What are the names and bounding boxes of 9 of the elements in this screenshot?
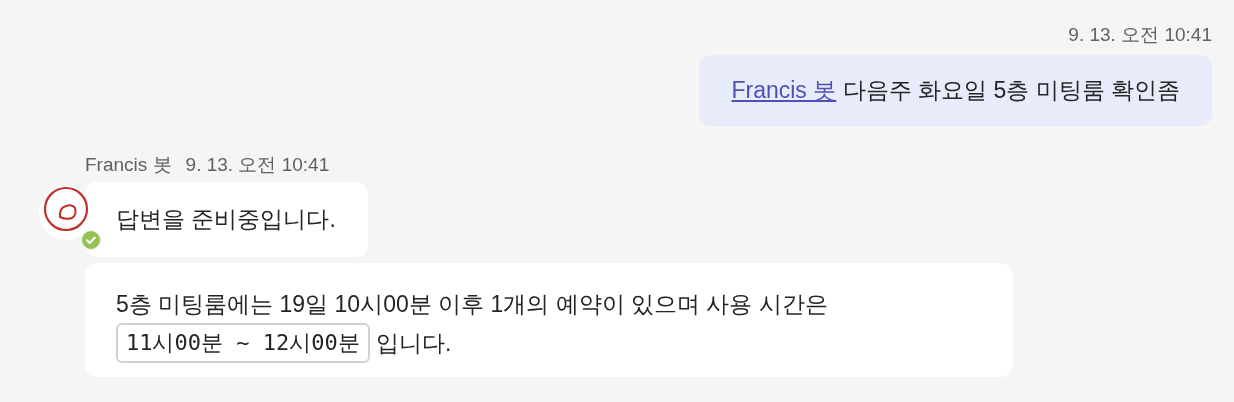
inline-code: 11시00분 ~ 12시00분: [116, 323, 370, 363]
mention-link[interactable]: Francis 봇: [731, 77, 837, 103]
message-text: 5층 미팅룸에는 19일 10시00분 이후 1개의 예약이 있으며 사용 시간은: [116, 290, 828, 319]
message-time: 9. 13. 오전 10:41: [185, 153, 330, 177]
message-time: 9. 13. 오전 10:41: [1068, 23, 1212, 47]
sender-name: Francis 봇: [85, 153, 172, 177]
message-text: 입니다.: [375, 329, 452, 358]
message-text: 답변을 준비중입니다.: [116, 205, 336, 234]
message-bubble: Francis 봇 다음주 화요일 5층 미팅룸 확인좀: [699, 55, 1212, 126]
